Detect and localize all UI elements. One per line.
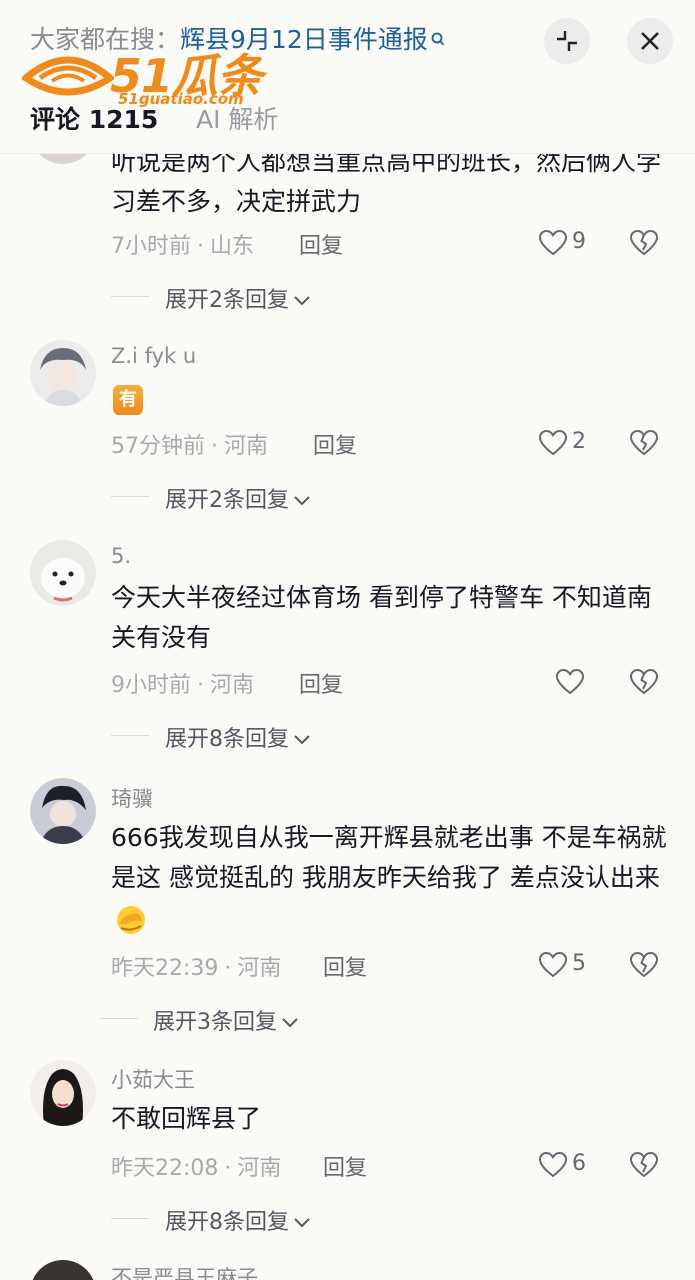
comment-text: 今天大半夜经过体育场 看到停了特警车 不知道南关有没有 [111, 583, 652, 652]
comment-time: 9小时前 [111, 673, 191, 698]
comment-location: 河南 [237, 1156, 282, 1181]
avatar-image [30, 778, 96, 844]
comments-header: 大家都在搜：辉县9月12日事件通报 51瓜条 51guatiao.com 评论 … [0, 0, 695, 154]
divider [111, 496, 149, 497]
expand-replies-button[interactable]: 展开8条回复 [165, 1204, 311, 1236]
username[interactable]: 5. [111, 544, 131, 568]
avatar-image [30, 1060, 96, 1126]
meta-separator: · [197, 234, 204, 259]
comment-location: 山东 [210, 234, 255, 259]
expand-replies-button[interactable]: 展开2条回复 [165, 282, 311, 314]
broken-heart-icon[interactable] [629, 668, 659, 696]
expand-replies-label: 展开8条回复 [165, 1210, 289, 1235]
broken-heart-icon[interactable] [629, 229, 659, 257]
reply-button[interactable]: 回复 [299, 667, 343, 699]
chevron-down-icon [282, 1018, 298, 1028]
tab-comments[interactable]: 评论 1215 [30, 100, 158, 136]
comment-text: 666我发现自从我一离开辉县就老出事 不是车祸就是这 感觉挺乱的 我朋友昨天给我… [111, 818, 671, 938]
avatar[interactable] [30, 1060, 96, 1126]
comment-location: 河南 [237, 956, 282, 981]
expand-replies-button[interactable]: 展开3条回复 [153, 1004, 299, 1036]
comment-text: 不敢回辉县了 [111, 1104, 262, 1133]
close-button[interactable] [627, 18, 673, 64]
comment-text-content: 666我发现自从我一离开辉县就老出事 不是车祸就是这 感觉挺乱的 我朋友昨天给我… [111, 823, 667, 892]
avatar-image [30, 340, 96, 406]
like-count: 6 [572, 1151, 586, 1176]
comment-location: 河南 [210, 673, 255, 698]
expand-replies-label: 展开2条回复 [165, 288, 289, 313]
expand-replies-button[interactable]: 展开8条回复 [165, 721, 311, 753]
chevron-down-icon [294, 296, 310, 306]
expand-replies-label: 展开2条回复 [165, 488, 289, 513]
close-icon [641, 32, 659, 50]
heart-icon[interactable] [538, 229, 568, 257]
comment-meta: 昨天22:08 · 河南 [111, 1150, 281, 1182]
heart-icon[interactable] [538, 1151, 568, 1179]
like-count: 5 [572, 951, 586, 976]
comment-location: 河南 [224, 434, 269, 459]
heart-icon[interactable] [555, 668, 585, 696]
reply-button[interactable]: 回复 [299, 228, 343, 260]
meta-separator: · [224, 956, 232, 981]
expand-replies-button[interactable]: 展开2条回复 [165, 482, 311, 514]
broken-heart-icon[interactable] [629, 951, 659, 979]
like-count: 9 [572, 229, 586, 254]
chevron-down-icon [294, 735, 310, 745]
chevron-down-icon [294, 1218, 310, 1228]
username[interactable]: 小茹大王 [111, 1064, 195, 1094]
reply-button[interactable]: 回复 [313, 428, 357, 460]
username[interactable]: 不是严县王麻子 [111, 1262, 258, 1280]
broken-heart-icon[interactable] [629, 1151, 659, 1179]
meta-separator: · [224, 1156, 232, 1181]
comment-time: 57分钟前 [111, 434, 205, 459]
comment-meta: 9小时前 · 河南 [111, 667, 254, 699]
avatar-image [30, 540, 96, 606]
avatar[interactable] [30, 1260, 96, 1280]
facepalm-emoji-icon [117, 906, 145, 934]
meta-separator: · [197, 673, 204, 698]
avatar[interactable] [30, 540, 96, 606]
expand-replies-label: 展开8条回复 [165, 727, 289, 752]
username[interactable]: Z.i fyk u [111, 344, 196, 368]
divider [111, 296, 149, 297]
divider [111, 1218, 149, 1219]
comment-text: 听说是两个人都想当重点高中的班长，然后俩人学习差不多，决定拼武力 [111, 147, 662, 216]
search-icon [431, 22, 445, 58]
comment-meta: 57分钟前 · 河南 [111, 428, 268, 460]
divider [100, 1018, 138, 1019]
like-count: 2 [572, 429, 586, 454]
avatar[interactable] [30, 778, 96, 844]
reply-button[interactable]: 回复 [323, 950, 367, 982]
comment-meta: 昨天22:39 · 河南 [111, 950, 281, 982]
emoji-badge: 有 [113, 385, 143, 415]
chevron-down-icon [294, 496, 310, 506]
tab-ai-analysis[interactable]: AI 解析 [196, 100, 278, 136]
collapse-icon [557, 31, 577, 51]
comment-time: 昨天22:08 [111, 1156, 219, 1181]
comments-page: 大家都在搜：辉县9月12日事件通报 51瓜条 51guatiao.com 评论 … [0, 0, 695, 1280]
heart-icon[interactable] [538, 951, 568, 979]
divider [111, 735, 149, 736]
broken-heart-icon[interactable] [629, 429, 659, 457]
expand-replies-label: 展开3条回复 [153, 1010, 277, 1035]
comment-meta: 7小时前 · 山东 [111, 228, 254, 260]
avatar[interactable] [30, 340, 96, 406]
reply-button[interactable]: 回复 [323, 1150, 367, 1182]
collapse-button[interactable] [544, 18, 590, 64]
username[interactable]: 琦骥 [111, 783, 153, 813]
comment-time: 昨天22:39 [111, 956, 219, 981]
heart-icon[interactable] [538, 429, 568, 457]
comment-time: 7小时前 [111, 234, 191, 259]
meta-separator: · [211, 434, 218, 459]
